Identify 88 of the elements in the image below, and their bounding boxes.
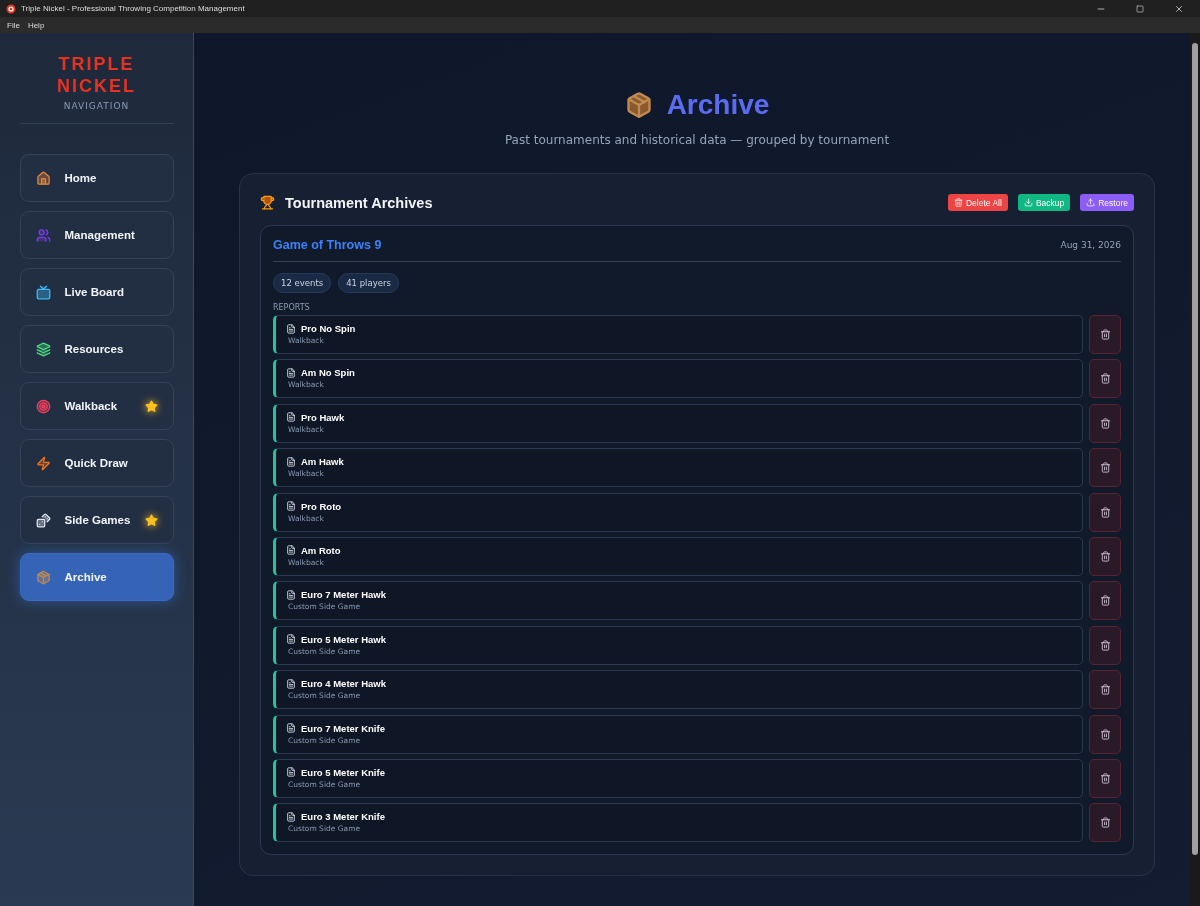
action-button[interactable]: Restore xyxy=(1080,194,1134,211)
document-icon xyxy=(286,501,296,512)
window-title: Triple Nickel - Professional Throwing Competition Management xyxy=(21,4,246,13)
download-icon xyxy=(1023,198,1033,207)
nav-item[interactable]: Archive xyxy=(19,553,174,601)
report-name: Am Hawk xyxy=(301,456,344,468)
tv-icon xyxy=(35,284,51,300)
trash-icon xyxy=(1099,417,1111,429)
document-icon xyxy=(286,634,296,645)
page-subtitle: Past tournaments and historical data — grouped by tournament xyxy=(504,133,890,147)
trash-icon xyxy=(953,198,963,207)
card-title: Tournament Archives xyxy=(285,194,434,211)
delete-button[interactable] xyxy=(1089,403,1121,443)
delete-button[interactable] xyxy=(1089,581,1121,621)
page-title: Archive xyxy=(624,89,770,121)
delete-button[interactable] xyxy=(1089,359,1121,399)
layers-icon xyxy=(35,341,51,357)
trash-icon xyxy=(1099,817,1111,829)
document-icon xyxy=(286,367,296,378)
report-name: Am Roto xyxy=(301,544,341,556)
document-icon xyxy=(286,412,296,423)
delete-button[interactable] xyxy=(1089,536,1121,576)
nav-item[interactable]: Quick Draw xyxy=(19,439,174,487)
document-icon xyxy=(286,323,296,334)
trash-icon xyxy=(1099,595,1111,607)
report-name: Euro 4 Meter Hawk xyxy=(301,678,386,690)
people-icon xyxy=(35,227,51,243)
delete-button[interactable] xyxy=(1089,625,1121,665)
report-name: Euro 7 Meter Hawk xyxy=(301,589,386,601)
trash-icon xyxy=(1099,373,1111,385)
report-name: Euro 5 Meter Hawk xyxy=(301,633,386,645)
action-button[interactable]: Delete All xyxy=(947,194,1008,211)
trash-icon xyxy=(1099,639,1111,651)
package-icon xyxy=(624,91,653,119)
document-icon xyxy=(286,589,296,600)
delete-button[interactable] xyxy=(1089,803,1121,843)
report-name: Pro Hawk xyxy=(301,411,345,423)
delete-button[interactable] xyxy=(1089,758,1121,798)
package-icon xyxy=(35,569,51,585)
report-name: Euro 7 Meter Knife xyxy=(301,722,385,734)
document-icon xyxy=(286,811,296,822)
trash-icon xyxy=(1099,684,1111,696)
menu-item[interactable]: Help xyxy=(24,20,48,30)
report-name: Pro Roto xyxy=(301,500,342,512)
document-icon xyxy=(286,678,296,689)
report-name: Euro 3 Meter Knife xyxy=(301,811,385,823)
nav-item[interactable]: Walkback xyxy=(19,382,174,430)
dice-icon xyxy=(35,512,51,528)
trash-icon xyxy=(1099,506,1111,518)
delete-button[interactable] xyxy=(1089,448,1121,488)
report-name: Am No Spin xyxy=(301,367,355,379)
house-icon xyxy=(35,170,51,186)
menu-item[interactable]: File xyxy=(4,20,23,30)
count-pill: 12 events xyxy=(273,273,332,293)
upload-icon xyxy=(1086,198,1096,207)
document-icon xyxy=(286,456,296,467)
close-icon xyxy=(1174,3,1184,14)
document-icon xyxy=(286,545,296,556)
app-logo: TRIPLE NICKEL xyxy=(57,53,136,97)
lightning-icon xyxy=(35,455,51,471)
scrollbar[interactable] xyxy=(1190,33,1200,906)
trash-icon xyxy=(1099,550,1111,562)
delete-button[interactable] xyxy=(1089,492,1121,532)
report-name: Pro No Spin xyxy=(301,323,356,334)
trash-icon xyxy=(1099,728,1111,740)
maximize-icon xyxy=(1136,4,1144,13)
nav-item[interactable]: Resources xyxy=(19,325,174,373)
trash-icon xyxy=(1099,462,1111,474)
tournament-name: Game of Throws 9 xyxy=(273,238,382,252)
document-icon xyxy=(286,723,296,733)
trash-icon xyxy=(1099,329,1111,340)
delete-button[interactable] xyxy=(1089,670,1121,710)
delete-button[interactable] xyxy=(1089,315,1121,354)
report-name: Euro 5 Meter Knife xyxy=(301,766,385,778)
nav-item[interactable]: Side Games xyxy=(19,496,174,544)
nav-item[interactable]: Home xyxy=(19,154,174,202)
app-logo-icon xyxy=(6,3,16,14)
delete-button[interactable] xyxy=(1089,714,1121,754)
tournament-date: Aug 31, 2026 xyxy=(1060,240,1121,250)
count-pill: 41 players xyxy=(338,273,399,293)
trash-icon xyxy=(1099,772,1111,784)
section-label: REPORTS xyxy=(273,303,311,312)
target-icon xyxy=(35,398,51,414)
document-icon xyxy=(286,767,296,778)
sidebar-subtitle: NAVIGATION xyxy=(63,101,130,111)
trophy-icon xyxy=(260,195,275,210)
nav-item[interactable]: Live Board xyxy=(19,268,174,316)
nav-item[interactable]: Management xyxy=(19,211,174,259)
